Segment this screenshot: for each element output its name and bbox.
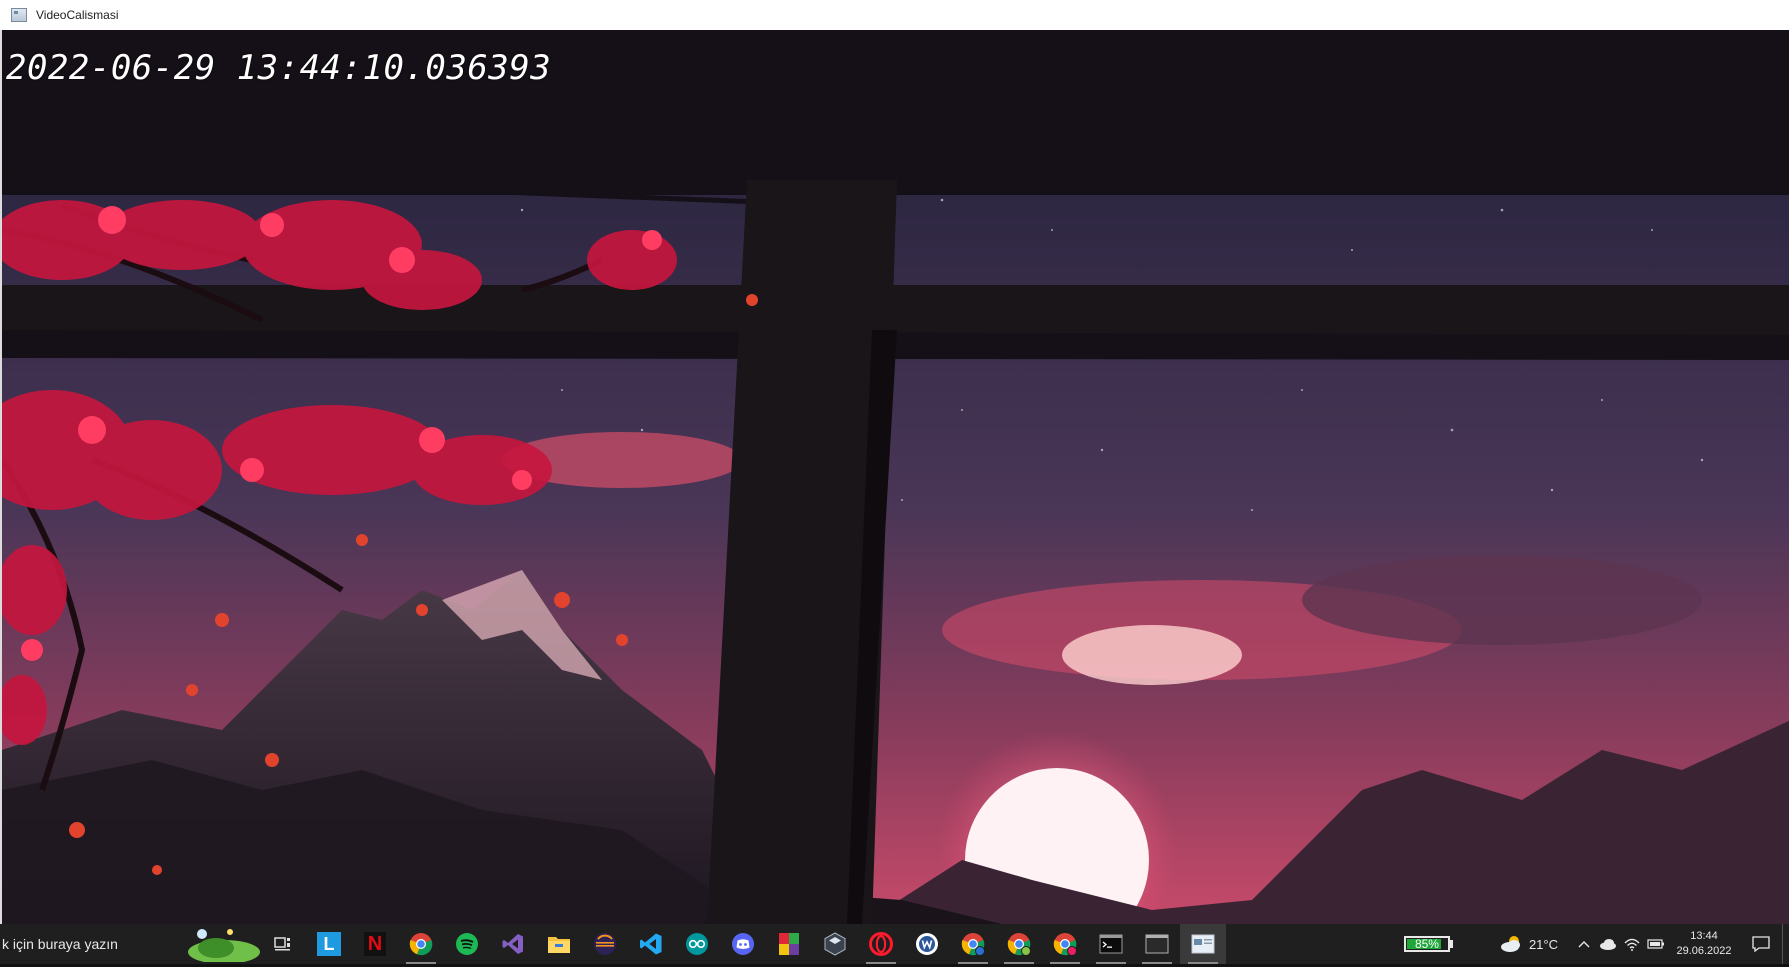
onedrive-cloud-icon[interactable] — [1596, 924, 1620, 964]
battery-tip — [1449, 940, 1453, 948]
winrar-icon[interactable] — [766, 924, 812, 964]
battery-tray-icon[interactable] — [1644, 924, 1668, 964]
battery-icon: 85% — [1403, 936, 1450, 952]
chrome-profile-2-icon[interactable] — [996, 924, 1042, 964]
notification-center-icon[interactable] — [1740, 924, 1782, 964]
netflix-icon[interactable]: N — [352, 924, 398, 964]
battery-indicator[interactable]: 85% — [1403, 936, 1453, 952]
clock-time: 13:44 — [1690, 930, 1718, 942]
show-desktop-button[interactable] — [1782, 924, 1789, 964]
eclipse-icon[interactable] — [582, 924, 628, 964]
console-window-icon[interactable] — [1134, 924, 1180, 964]
unity-icon[interactable] — [812, 924, 858, 964]
l-app-icon[interactable]: L — [306, 924, 352, 964]
arduino-icon[interactable] — [674, 924, 720, 964]
word-icon[interactable] — [904, 924, 950, 964]
wifi-icon[interactable] — [1620, 924, 1644, 964]
battery-percent-text: 85% — [1414, 937, 1439, 951]
window-titlebar[interactable]: VideoCalismasi — [0, 0, 1789, 31]
chrome-icon[interactable] — [398, 924, 444, 964]
clock-date: 29.06.2022 — [1676, 945, 1732, 957]
discord-icon[interactable] — [720, 924, 766, 964]
weather-widget[interactable]: 21°C — [1499, 935, 1572, 953]
cloudy-sun-icon — [1500, 936, 1520, 952]
windows-taskbar: k için buraya yazın L N 85% 21°C 13:44 2… — [0, 924, 1789, 964]
temperature-text: 21°C — [1528, 936, 1558, 952]
terminal-icon[interactable] — [1088, 924, 1134, 964]
vscode-icon[interactable] — [628, 924, 674, 964]
app-window-icon — [11, 8, 27, 22]
search-placeholder-text: k için buraya yazın — [2, 936, 118, 952]
video-scene — [2, 30, 1789, 924]
taskbar-clock[interactable]: 13:44 29.06.2022 — [1668, 929, 1740, 959]
opera-icon[interactable] — [858, 924, 904, 964]
video-window-icon[interactable] — [1180, 924, 1226, 964]
visual-studio-icon[interactable] — [490, 924, 536, 964]
search-highlight-art-icon[interactable] — [180, 926, 260, 964]
system-tray: 85% 21°C 13:44 29.06.2022 — [1403, 924, 1789, 964]
chrome-profile-1-icon[interactable] — [950, 924, 996, 964]
chrome-profile-3-icon[interactable] — [1042, 924, 1088, 964]
video-timestamp-overlay: 2022-06-29 13:44:10.036393 — [6, 48, 552, 88]
video-frame: 2022-06-29 13:44:10.036393 — [0, 30, 1789, 924]
file-explorer-icon[interactable] — [536, 924, 582, 964]
spotify-icon[interactable] — [444, 924, 490, 964]
window-title: VideoCalismasi — [36, 8, 119, 22]
task-view-icon[interactable] — [260, 924, 306, 964]
taskbar-search-box[interactable]: k için buraya yazın — [0, 924, 180, 964]
show-hidden-icons-chevron-icon[interactable] — [1572, 924, 1596, 964]
